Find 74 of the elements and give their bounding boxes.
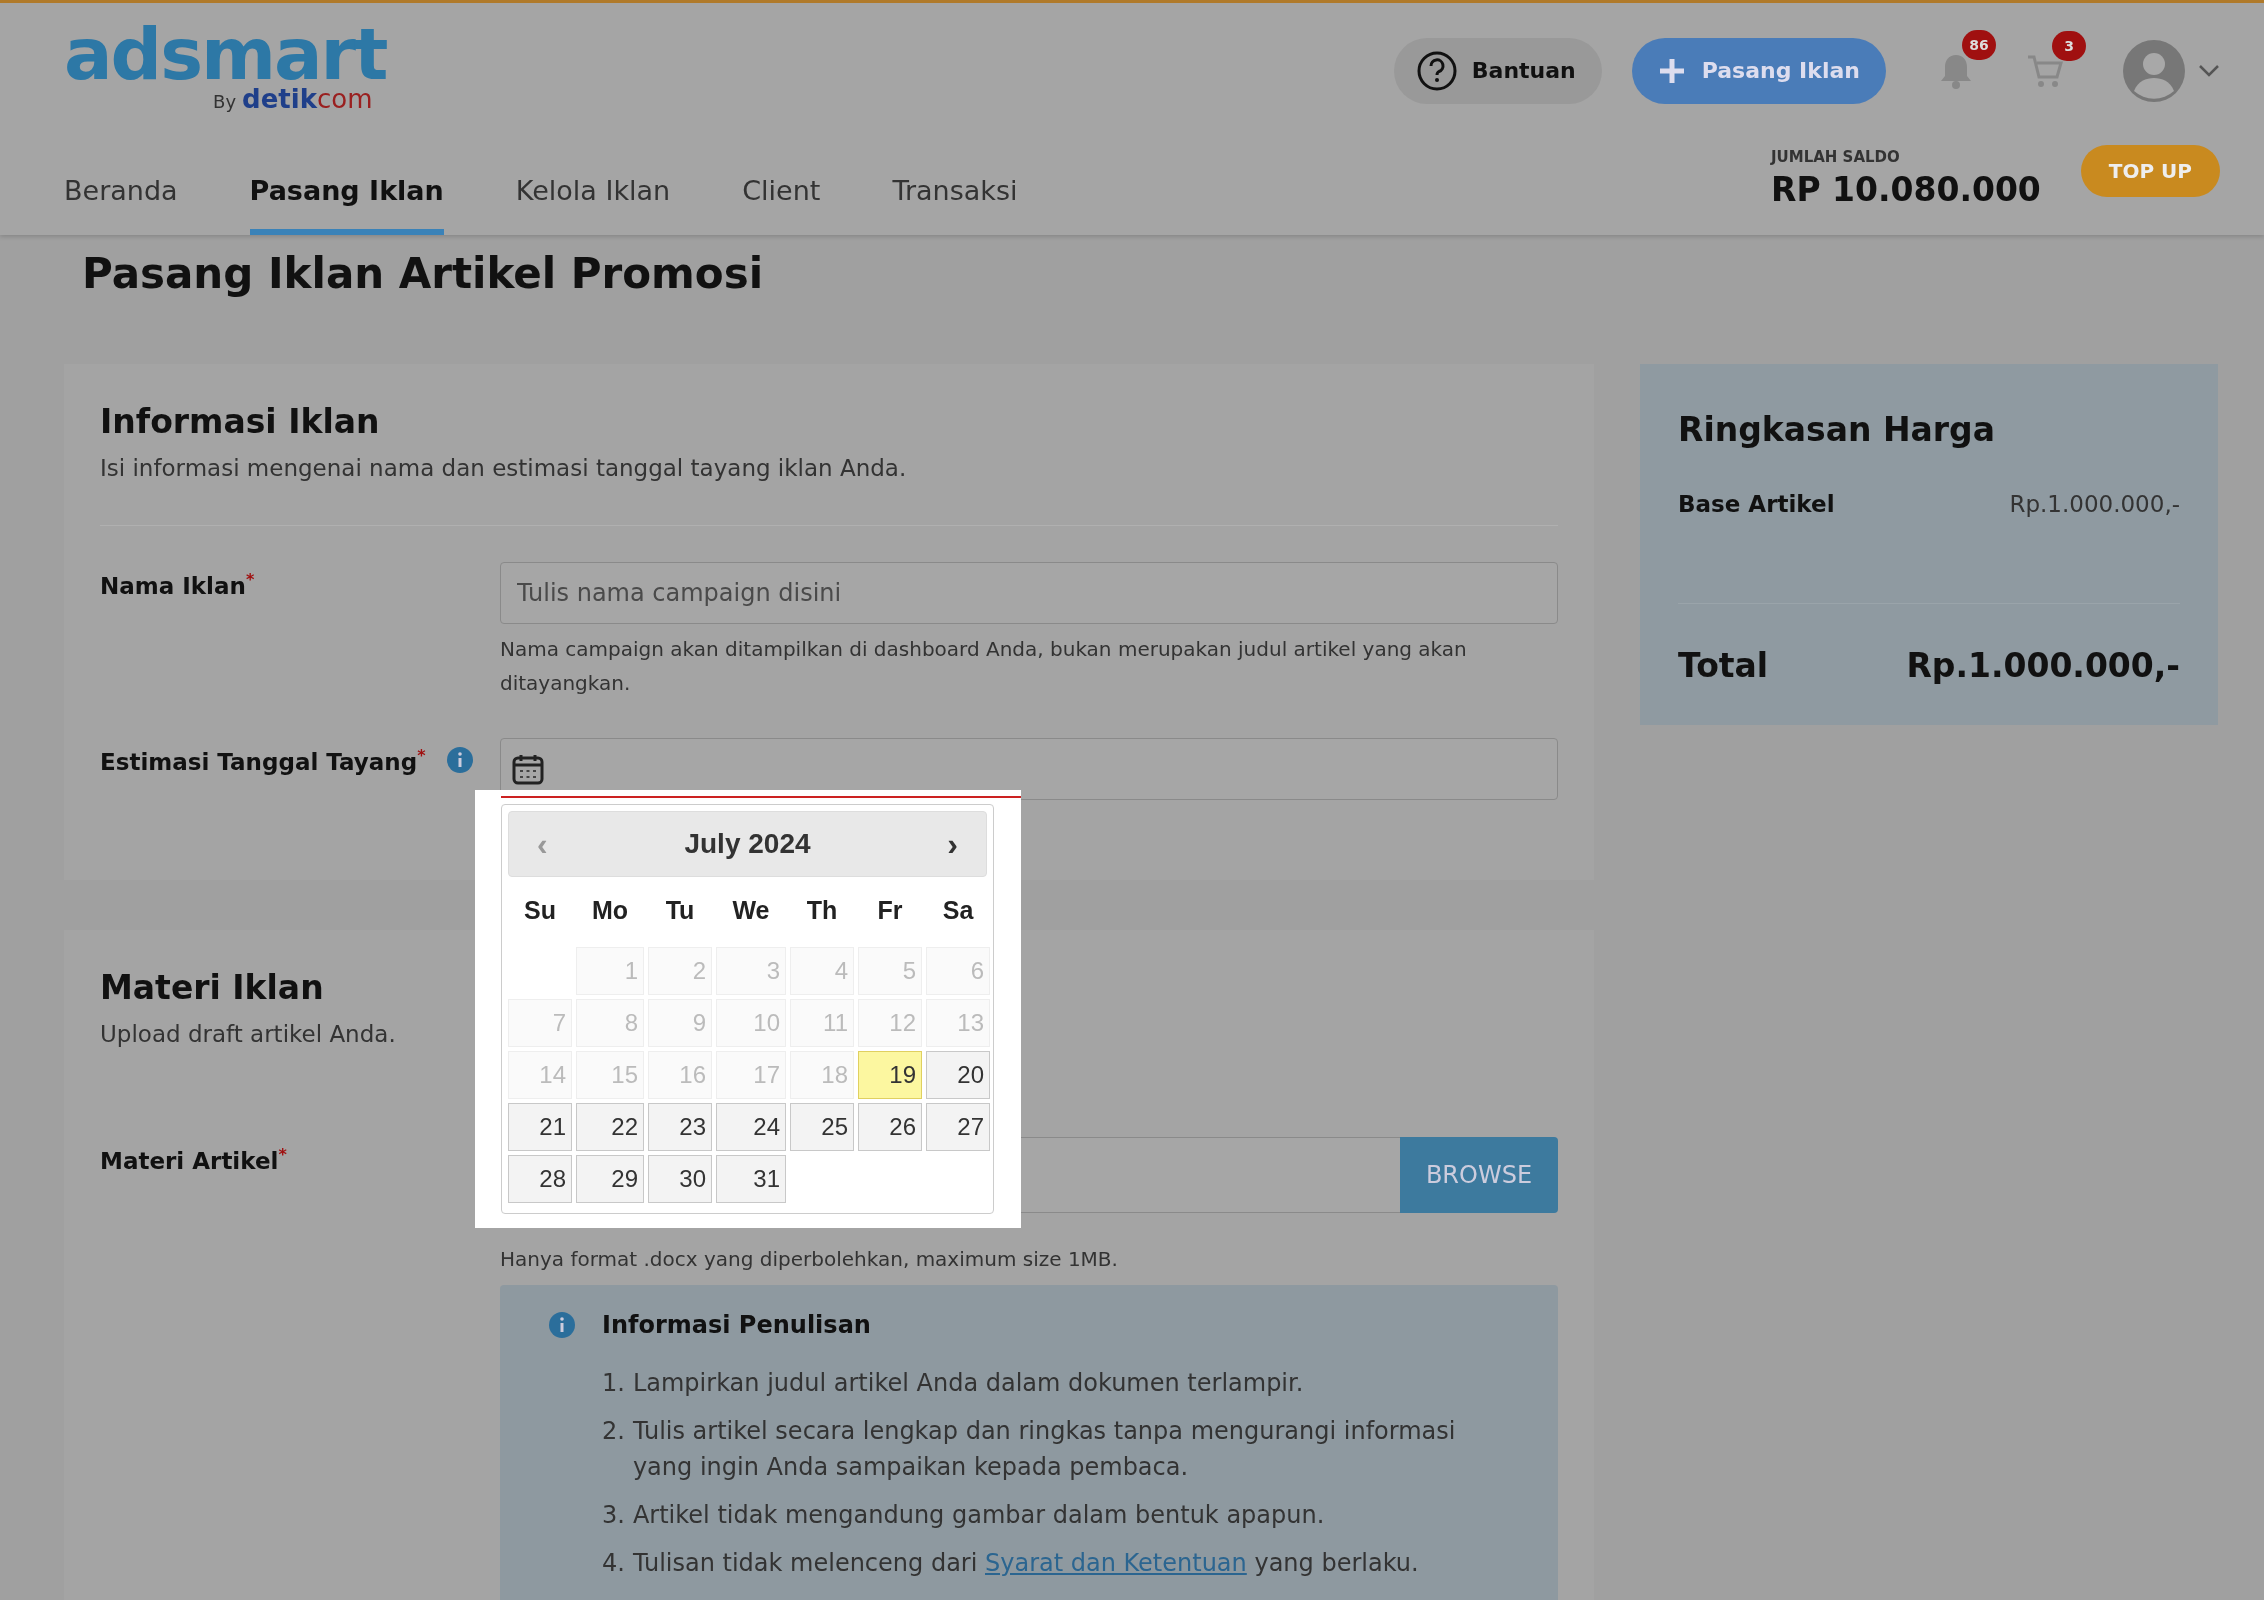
- plus-icon: [1657, 56, 1686, 85]
- guideline-text: Tulis artikel secara lengkap dan ringkas tanpa mengurangi informasi yang ingin Anda sampaikan kepada pembaca.: [632, 1416, 1457, 1483]
- field-label: Nama Iklan$^{*}$: [100, 570, 255, 599]
- list-number: 4.: [602, 1548, 625, 1579]
- balance-value: RP 10.080.000: [1770, 170, 2041, 209]
- next-month-button[interactable]: ›: [941, 825, 964, 863]
- calendar-day[interactable]: 26: [858, 1103, 922, 1151]
- logo[interactable]: adsmart By detikcom: [64, 21, 387, 114]
- total-label: Total: [1678, 646, 1769, 685]
- date-input[interactable]: [500, 738, 1558, 800]
- field-label: Materi Artikel$^{*}$: [100, 1145, 287, 1174]
- total-value: Rp.1.000.000,-: [1906, 646, 2180, 685]
- section-title: Informasi Iklan: [100, 402, 380, 441]
- weekday-label: Tu: [664, 895, 696, 926]
- section-description: Upload draft artikel Anda.: [100, 1021, 396, 1047]
- calendar-day[interactable]: 19: [858, 1051, 922, 1099]
- guideline-text: Lampirkan judul artikel Anda dalam dokumen terlampir.: [632, 1368, 1305, 1399]
- calendar-day[interactable]: 29: [576, 1155, 644, 1203]
- weekday-label: Sa: [941, 895, 975, 926]
- guidelines-title: Informasi Penulisan: [602, 1311, 872, 1339]
- calendar-day[interactable]: 21: [508, 1103, 572, 1151]
- nav-tab[interactable]: Client: [742, 138, 821, 235]
- month-title: July 2024: [684, 828, 811, 860]
- avatar-icon[interactable]: [2122, 38, 2186, 103]
- info-icon: [445, 746, 474, 774]
- calendar-day[interactable]: 28: [508, 1155, 572, 1203]
- list-number: 1.: [602, 1368, 625, 1399]
- info-icon: [548, 1311, 576, 1339]
- calendar-day[interactable]: 25: [790, 1103, 854, 1151]
- logo-byline: By: [213, 90, 237, 112]
- weekday-label: Th: [805, 895, 839, 926]
- logo-wordmark: adsmart: [64, 21, 387, 86]
- summary-title: Ringkasan Harga: [1678, 410, 1996, 449]
- price-label: Base Artikel: [1678, 491, 1835, 517]
- nav-tab[interactable]: Transaksi: [892, 138, 1018, 235]
- nav-tab[interactable]: Kelola Iklan: [515, 138, 671, 235]
- calendar-day[interactable]: 30: [648, 1155, 712, 1203]
- section-description: Isi informasi mengenai nama dan estimasi tanggal tayang iklan Anda.: [100, 455, 907, 481]
- help-button[interactable]: Bantuan: [1393, 37, 1602, 104]
- chevron-down-icon[interactable]: [2198, 63, 2220, 78]
- balance-label: JUMLAH SALDO: [1770, 148, 1901, 166]
- field-label: Estimasi Tanggal Tayang$^{*}$: [100, 746, 426, 775]
- list-number: 3.: [602, 1500, 625, 1531]
- page-title: Pasang Iklan Artikel Promosi: [82, 249, 765, 300]
- browse-button[interactable]: BROWSE: [1400, 1137, 1558, 1213]
- guideline-text: Tulisan tidak melenceng dari Syarat dan Ketentuan yang berlaku.: [632, 1548, 1420, 1579]
- logo-brand: detikcom: [242, 83, 373, 114]
- calendar-day[interactable]: 23: [648, 1103, 712, 1151]
- weekday-label: Fr: [876, 895, 904, 926]
- field-help-text: Hanya format .docx yang diperbolehkan, maximum size 1MB.: [500, 1247, 1119, 1271]
- price-value: Rp.1.000.000,-: [2009, 491, 2180, 517]
- section-title: Materi Iklan: [100, 968, 324, 1007]
- list-number: 2.: [602, 1416, 625, 1447]
- calendar-day[interactable]: 22: [576, 1103, 644, 1151]
- nav-tab[interactable]: Pasang Iklan: [249, 138, 444, 235]
- calendar-day[interactable]: 24: [716, 1103, 786, 1151]
- calendar-day[interactable]: 31: [716, 1155, 786, 1203]
- previous-month-button[interactable]: ‹: [531, 825, 554, 863]
- weekday-label: Su: [523, 895, 557, 926]
- top-up-button[interactable]: TOP UP: [2080, 145, 2220, 197]
- notification-badge: 86: [1962, 29, 1996, 60]
- calendar-icon: [511, 752, 545, 786]
- weekday-label: We: [731, 895, 771, 926]
- question-icon: [1415, 49, 1458, 92]
- cart-badge: 3: [2052, 30, 2086, 61]
- guideline-text: Artikel tidak mengandung gambar dalam bentuk apapun.: [632, 1500, 1326, 1531]
- calendar-day[interactable]: 20: [926, 1051, 990, 1099]
- weekday-label: Mo: [590, 895, 630, 926]
- calendar-day[interactable]: 27: [926, 1103, 990, 1151]
- terms-link[interactable]: Syarat dan Ketentuan: [985, 1549, 1247, 1577]
- nav-tab[interactable]: Beranda: [64, 138, 178, 235]
- campaign-name-input[interactable]: Tulis nama campaign disini: [500, 562, 1558, 624]
- post-ad-button[interactable]: Pasang Iklan: [1631, 37, 1886, 104]
- field-help-text: Nama campaign akan ditampilkan di dashboard Anda, bukan merupakan judul artikel yang akan ditayangkan.: [500, 636, 1468, 697]
